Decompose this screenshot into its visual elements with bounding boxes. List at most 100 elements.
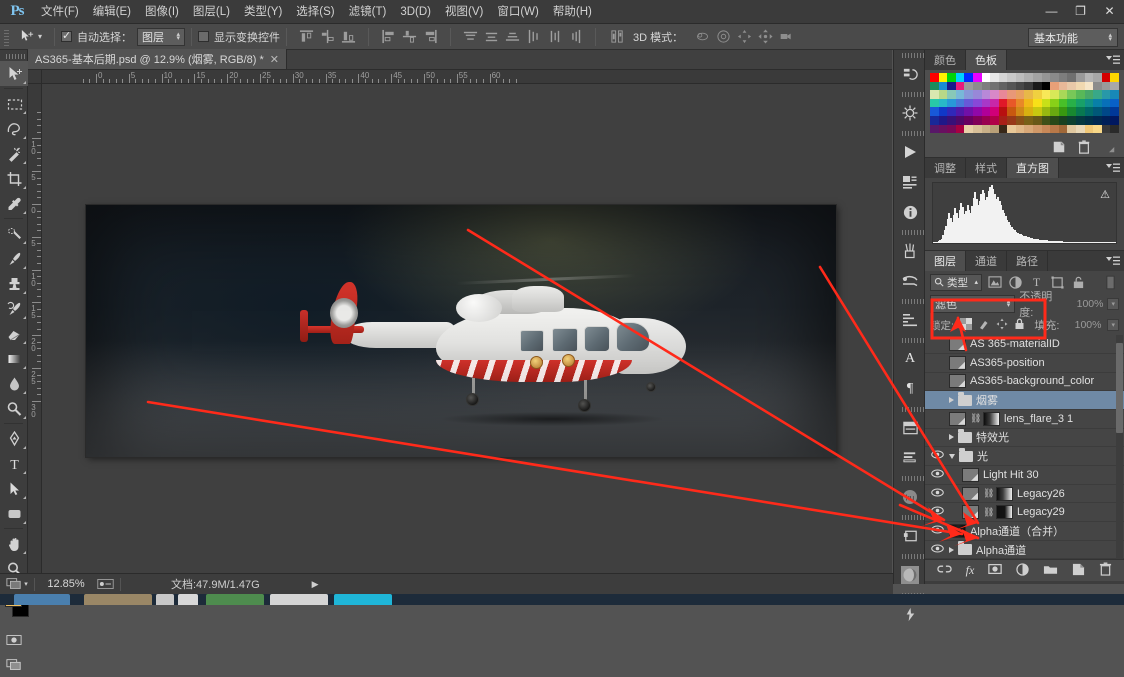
- color-swatch[interactable]: [990, 90, 999, 99]
- color-swatch[interactable]: [972, 124, 982, 134]
- distribute-right-edges-icon[interactable]: [568, 29, 583, 44]
- spot-healing-tool[interactable]: [0, 221, 28, 246]
- dock-grip-5[interactable]: [894, 296, 924, 305]
- close-button[interactable]: ✕: [1095, 0, 1124, 22]
- layer-row[interactable]: AS365-position: [925, 354, 1124, 373]
- scrollbar-thumb[interactable]: [1116, 343, 1123, 434]
- distribute-horizontal-centers-icon[interactable]: [547, 29, 562, 44]
- dock-grip-2[interactable]: [894, 89, 924, 98]
- layer-row[interactable]: ⛓ lens_flare_3 1: [925, 410, 1124, 429]
- color-swatch[interactable]: [1093, 107, 1102, 116]
- 3d-camera-icon[interactable]: [779, 29, 794, 44]
- show-transform-checkbox[interactable]: [198, 31, 210, 42]
- color-swatch[interactable]: [1093, 115, 1102, 125]
- horizontal-ruler[interactable]: 0 5 10 15 20 25 30 35 40 45 50 55 60: [42, 70, 892, 84]
- screen-mode-toggle[interactable]: [0, 652, 28, 677]
- new-adjustment-layer-button[interactable]: [1016, 563, 1030, 579]
- color-swatch[interactable]: [1015, 90, 1025, 99]
- color-swatch[interactable]: [964, 107, 973, 116]
- layer-thumbnail[interactable]: [962, 505, 979, 520]
- color-swatch[interactable]: [938, 90, 948, 99]
- hand-tool[interactable]: [0, 531, 28, 556]
- zoom-level-field[interactable]: 12.85%: [35, 578, 97, 590]
- color-swatch[interactable]: [1101, 115, 1111, 125]
- color-swatch[interactable]: [1007, 90, 1016, 99]
- color-swatch[interactable]: [1076, 90, 1085, 99]
- layer-list-scrollbar[interactable]: [1116, 335, 1123, 560]
- show-transform-control[interactable]: 显示变换控件: [198, 29, 280, 45]
- color-swatch[interactable]: [938, 107, 948, 116]
- color-swatch[interactable]: [938, 98, 948, 108]
- histogram-tab-1[interactable]: 样式: [966, 158, 1007, 179]
- color-swatch[interactable]: [998, 124, 1008, 134]
- color-swatch[interactable]: [1024, 90, 1034, 99]
- layer-style-button[interactable]: fx: [966, 563, 975, 578]
- group-disclosure-triangle[interactable]: [949, 434, 954, 441]
- color-swatch[interactable]: [1050, 98, 1059, 108]
- layer-row[interactable]: Alpha通道: [925, 541, 1124, 560]
- auto-select-checkbox[interactable]: [61, 29, 73, 42]
- color-swatch[interactable]: [1101, 124, 1111, 134]
- color-panel-menu-icon[interactable]: [1106, 54, 1120, 66]
- color-swatch[interactable]: [990, 107, 999, 116]
- menu-item-0[interactable]: 文件(F): [34, 0, 86, 24]
- color-swatch[interactable]: [1058, 124, 1068, 134]
- color-swatch[interactable]: [1084, 90, 1094, 99]
- color-tab-1[interactable]: 色板: [966, 50, 1007, 70]
- color-swatch[interactable]: [1076, 81, 1085, 91]
- color-swatch[interactable]: [1058, 90, 1068, 99]
- dock-grip-8[interactable]: [894, 473, 924, 482]
- 3d-slide-icon[interactable]: [758, 29, 773, 44]
- color-swatch[interactable]: [1110, 81, 1119, 91]
- lasso-tool[interactable]: [0, 116, 28, 141]
- color-swatch[interactable]: [990, 81, 999, 91]
- taskbar-item-5[interactable]: [206, 594, 264, 605]
- tool-presets-icon[interactable]: [894, 266, 926, 296]
- pen-tool[interactable]: [0, 426, 28, 451]
- swatches-resize-grip-icon[interactable]: [1102, 140, 1116, 154]
- layer-visibility-toggle[interactable]: [929, 450, 945, 462]
- options-bar-grip[interactable]: [2, 27, 11, 46]
- color-swatch[interactable]: [1041, 81, 1051, 91]
- color-swatch[interactable]: [964, 115, 973, 125]
- dock-grip-4[interactable]: [894, 227, 924, 236]
- brush-tool[interactable]: [0, 246, 28, 271]
- color-swatch[interactable]: [1007, 73, 1016, 82]
- brush-presets-icon[interactable]: [894, 236, 926, 266]
- layers-tab-1[interactable]: 通道: [966, 251, 1007, 272]
- layer-thumbnail[interactable]: [949, 337, 966, 351]
- group-disclosure-triangle[interactable]: [949, 453, 955, 459]
- color-swatch[interactable]: [930, 98, 939, 108]
- color-swatch[interactable]: [1084, 81, 1094, 91]
- new-swatch-button[interactable]: [1052, 140, 1066, 154]
- color-swatch[interactable]: [1007, 81, 1016, 91]
- color-swatch[interactable]: [1050, 115, 1059, 125]
- color-swatch[interactable]: [955, 81, 965, 91]
- layer-row[interactable]: AS365-background_color: [925, 373, 1124, 392]
- color-swatch[interactable]: [1041, 107, 1051, 116]
- dock-grip-7[interactable]: [894, 404, 924, 413]
- color-swatch[interactable]: [1007, 107, 1016, 116]
- artboard[interactable]: [86, 205, 836, 457]
- histogram-tab-2[interactable]: 直方图: [1007, 158, 1059, 179]
- clone-stamp-tool[interactable]: [0, 271, 28, 296]
- color-swatch[interactable]: [1067, 90, 1077, 99]
- color-swatch[interactable]: [938, 81, 948, 91]
- menu-item-1[interactable]: 编辑(E): [86, 0, 138, 24]
- color-swatch[interactable]: [981, 115, 991, 125]
- layer-row[interactable]: 烟雾: [925, 391, 1124, 410]
- dock-grip-3[interactable]: [894, 128, 924, 137]
- status-expand-arrow[interactable]: ▶: [312, 579, 319, 590]
- color-swatch[interactable]: [1067, 81, 1077, 91]
- history-panel-icon[interactable]: [894, 59, 926, 89]
- color-swatch[interactable]: [1024, 73, 1034, 82]
- mask-link-icon[interactable]: ⛓: [983, 488, 994, 499]
- color-swatch[interactable]: [972, 115, 982, 125]
- color-swatch[interactable]: [1093, 98, 1102, 108]
- color-swatch[interactable]: [947, 81, 956, 91]
- distribute-top-edges-icon[interactable]: [463, 29, 478, 44]
- taskbar-item-7[interactable]: [334, 594, 392, 605]
- crop-tool[interactable]: [0, 166, 28, 191]
- filter-type-layers-icon[interactable]: T: [1028, 274, 1045, 291]
- delete-swatch-button[interactable]: [1077, 140, 1091, 154]
